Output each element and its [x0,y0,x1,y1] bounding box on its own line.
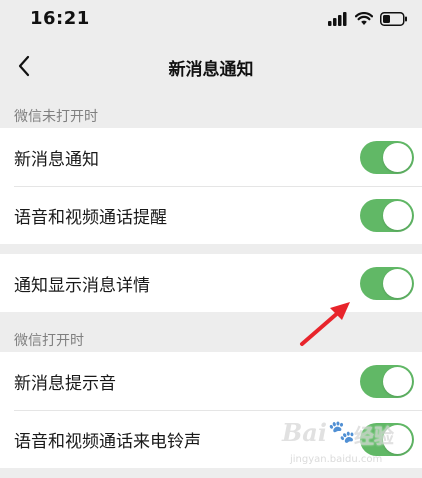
toggle-knob [383,201,412,230]
section-label-wechat-closed: 微信未打开时 [14,109,98,125]
row-label: 新消息提示音 [14,373,116,394]
row-voice-video-call-reminder[interactable]: 语音和视频通话提醒 [0,186,422,244]
row-show-message-details[interactable]: 通知显示消息详情 [0,254,422,312]
settings-group-details: 通知显示消息详情 [0,254,422,312]
new-message-sound-toggle[interactable] [360,365,414,398]
row-new-message-notification[interactable]: 新消息通知 [0,128,422,186]
voice-video-call-reminder-toggle[interactable] [360,199,414,232]
navigation-bar: 新消息通知 [0,38,422,96]
row-label: 语音和视频通话来电铃声 [14,431,201,452]
status-icons [328,10,408,28]
annotation-arrow-icon [300,302,350,346]
wifi-icon [355,12,373,25]
toggle-knob [383,143,412,172]
baidu-jingyan-watermark: Bai 🐾 经验 jingyan.baidu.com [282,418,410,474]
row-label: 新消息通知 [14,149,99,170]
toggle-knob [383,269,412,298]
paw-logo-icon: 🐾 [328,420,356,445]
status-time: 16:21 [30,8,90,29]
watermark-url: jingyan.baidu.com [290,454,383,465]
watermark-brand-cn: 经验 [354,424,394,448]
page-title: 新消息通知 [168,60,254,80]
row-new-message-sound[interactable]: 新消息提示音 [0,352,422,410]
row-label: 语音和视频通话提醒 [14,207,167,228]
section-label-wechat-open: 微信打开时 [14,333,84,349]
toggle-knob [383,367,412,396]
new-message-notification-toggle[interactable] [360,141,414,174]
battery-icon [380,12,407,26]
cellular-signal-icon [328,12,347,26]
watermark-brand: Bai [282,418,327,447]
status-bar: 16:21 [0,0,422,38]
show-message-details-toggle[interactable] [360,267,414,300]
row-label: 通知显示消息详情 [14,275,150,296]
settings-group-closed: 新消息通知 语音和视频通话提醒 [0,128,422,244]
